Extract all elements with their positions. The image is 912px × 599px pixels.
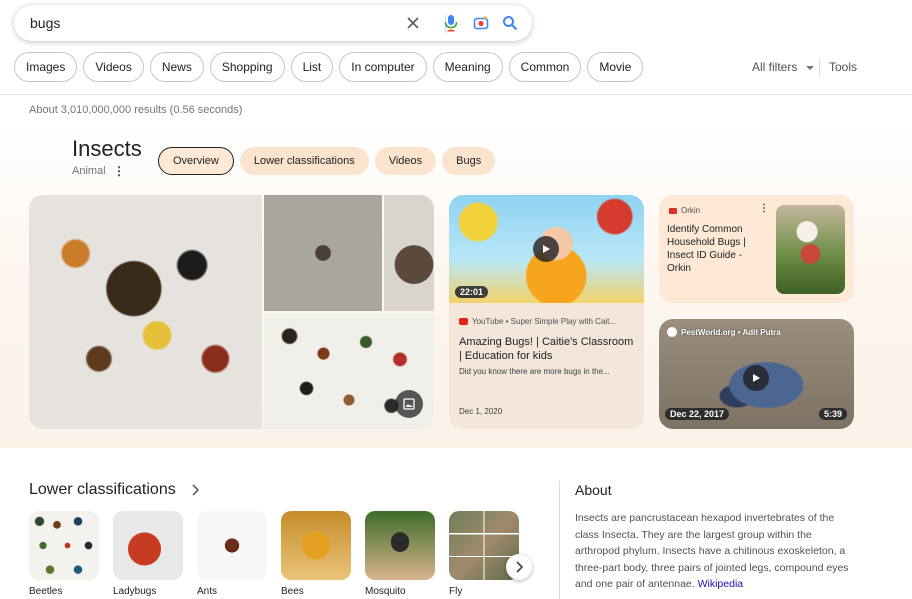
tab-bugs[interactable]: Bugs [442,147,496,175]
video-source: PestWorld.org • Adit Putra [667,327,781,337]
beetles-thumbnail[interactable] [29,511,99,580]
next-arrow-button[interactable] [506,554,532,580]
section-divider [559,481,560,599]
spider-image[interactable] [264,195,382,311]
more-options-icon[interactable]: ⋮ [113,164,125,178]
article-source: Orkin [669,206,700,215]
chip-meaning[interactable]: Meaning [432,52,503,82]
all-filters-label: All filters [752,60,798,74]
result-stats: About 3,010,000,000 results (0.56 second… [29,104,243,116]
header-divider [0,94,912,95]
chip-list[interactable]: List [290,52,334,82]
lower-classifications-list: Beetles Ladybugs Ants Bees Mosquito Fly [29,511,519,597]
caret-down-icon [805,66,814,70]
list-item-label: Beetles [29,586,63,597]
video-source: YouTube • Super Simple Play with Cait... [459,317,637,326]
article-thumbnail [776,205,845,294]
chip-common[interactable]: Common [508,52,582,82]
tab-overview[interactable]: Overview [158,147,234,175]
video-source-label: YouTube • Super Simple Play with Cait... [472,317,617,326]
article-card-orkin[interactable]: Orkin ⋮ Identify Common Household Bugs |… [659,195,854,303]
mosquito-thumbnail[interactable] [365,511,435,580]
list-item[interactable]: Fly [449,511,519,597]
tools-separator [819,58,820,76]
video-title[interactable]: Amazing Bugs! | Caitie's Classroom | Edu… [459,335,637,363]
list-item-label: Bees [281,586,304,597]
tab-videos[interactable]: Videos [374,147,437,175]
image-mosaic[interactable] [29,195,434,429]
moth-image[interactable] [384,195,434,311]
ladybugs-thumbnail[interactable] [113,511,183,580]
ants-thumbnail[interactable] [197,511,267,580]
orkin-logo-icon [669,207,677,214]
video-date: Dec 1, 2020 [459,407,503,416]
video-description: Did you know there are more bugs in the.… [459,367,610,376]
search-icon[interactable] [500,13,520,33]
list-item-label: Fly [449,586,463,597]
list-item[interactable]: Ants [197,511,267,597]
camera-icon[interactable] [471,13,491,33]
video-card-caities-classroom[interactable]: 22:01 YouTube • Super Simple Play with C… [449,195,644,429]
image-gallery-icon[interactable] [395,390,423,418]
video-date: Dec 22, 2017 [665,408,730,420]
youtube-icon [459,318,468,325]
video-duration: 22:01 [455,286,489,298]
list-item-label: Ants [197,586,218,597]
list-item[interactable]: Mosquito [365,511,435,597]
list-item-label: Ladybugs [113,586,157,597]
close-icon[interactable] [403,13,423,33]
video-source-label: PestWorld.org • Adit Putra [681,327,781,337]
chip-shopping[interactable]: Shopping [209,52,285,82]
about-description: Insects are pancrustacean hexapod invert… [575,510,855,593]
tab-lower-classifications[interactable]: Lower classifications [239,147,369,175]
chip-videos[interactable]: Videos [83,52,144,82]
list-item[interactable]: Ladybugs [113,511,183,597]
mic-icon[interactable] [441,13,461,33]
filter-chips: Images Videos News Shopping List In comp… [14,52,644,82]
entity-title: Insects [72,136,142,161]
chip-in-computer[interactable]: In computer [339,52,427,82]
wikipedia-link[interactable]: Wikipedia [698,578,744,590]
list-item[interactable]: Beetles [29,511,99,597]
chevron-right-icon [516,561,523,573]
entity-subtitle: Animal [72,165,106,177]
chip-movie[interactable]: Movie [587,52,644,82]
article-title[interactable]: Identify Common Household Bugs | Insect … [667,223,753,275]
more-options-icon[interactable]: ⋮ [759,203,769,214]
tools-button[interactable]: Tools [829,60,857,74]
list-item-label: Mosquito [365,586,406,597]
bees-thumbnail[interactable] [281,511,351,580]
play-icon[interactable] [533,236,559,262]
article-source-label: Orkin [681,206,701,215]
about-heading: About [575,482,612,498]
list-item[interactable]: Bees [281,511,351,597]
search-bar[interactable]: bugs [14,5,532,41]
globe-icon [667,327,677,337]
insect-collection-image[interactable] [29,195,262,429]
entity-tabs: Overview Lower classifications Videos Bu… [158,147,496,175]
play-icon[interactable] [743,365,769,391]
lower-classifications-heading[interactable]: Lower classifications [29,481,176,499]
video-duration: 5:39 [819,408,848,420]
search-input[interactable]: bugs [30,15,60,31]
video-card-pestworld[interactable]: PestWorld.org • Adit Putra Dec 22, 2017 … [659,319,854,429]
all-filters-button[interactable]: All filters [752,60,814,74]
chip-news[interactable]: News [149,52,204,82]
chip-images[interactable]: Images [14,52,78,82]
chevron-right-icon[interactable] [190,483,200,502]
